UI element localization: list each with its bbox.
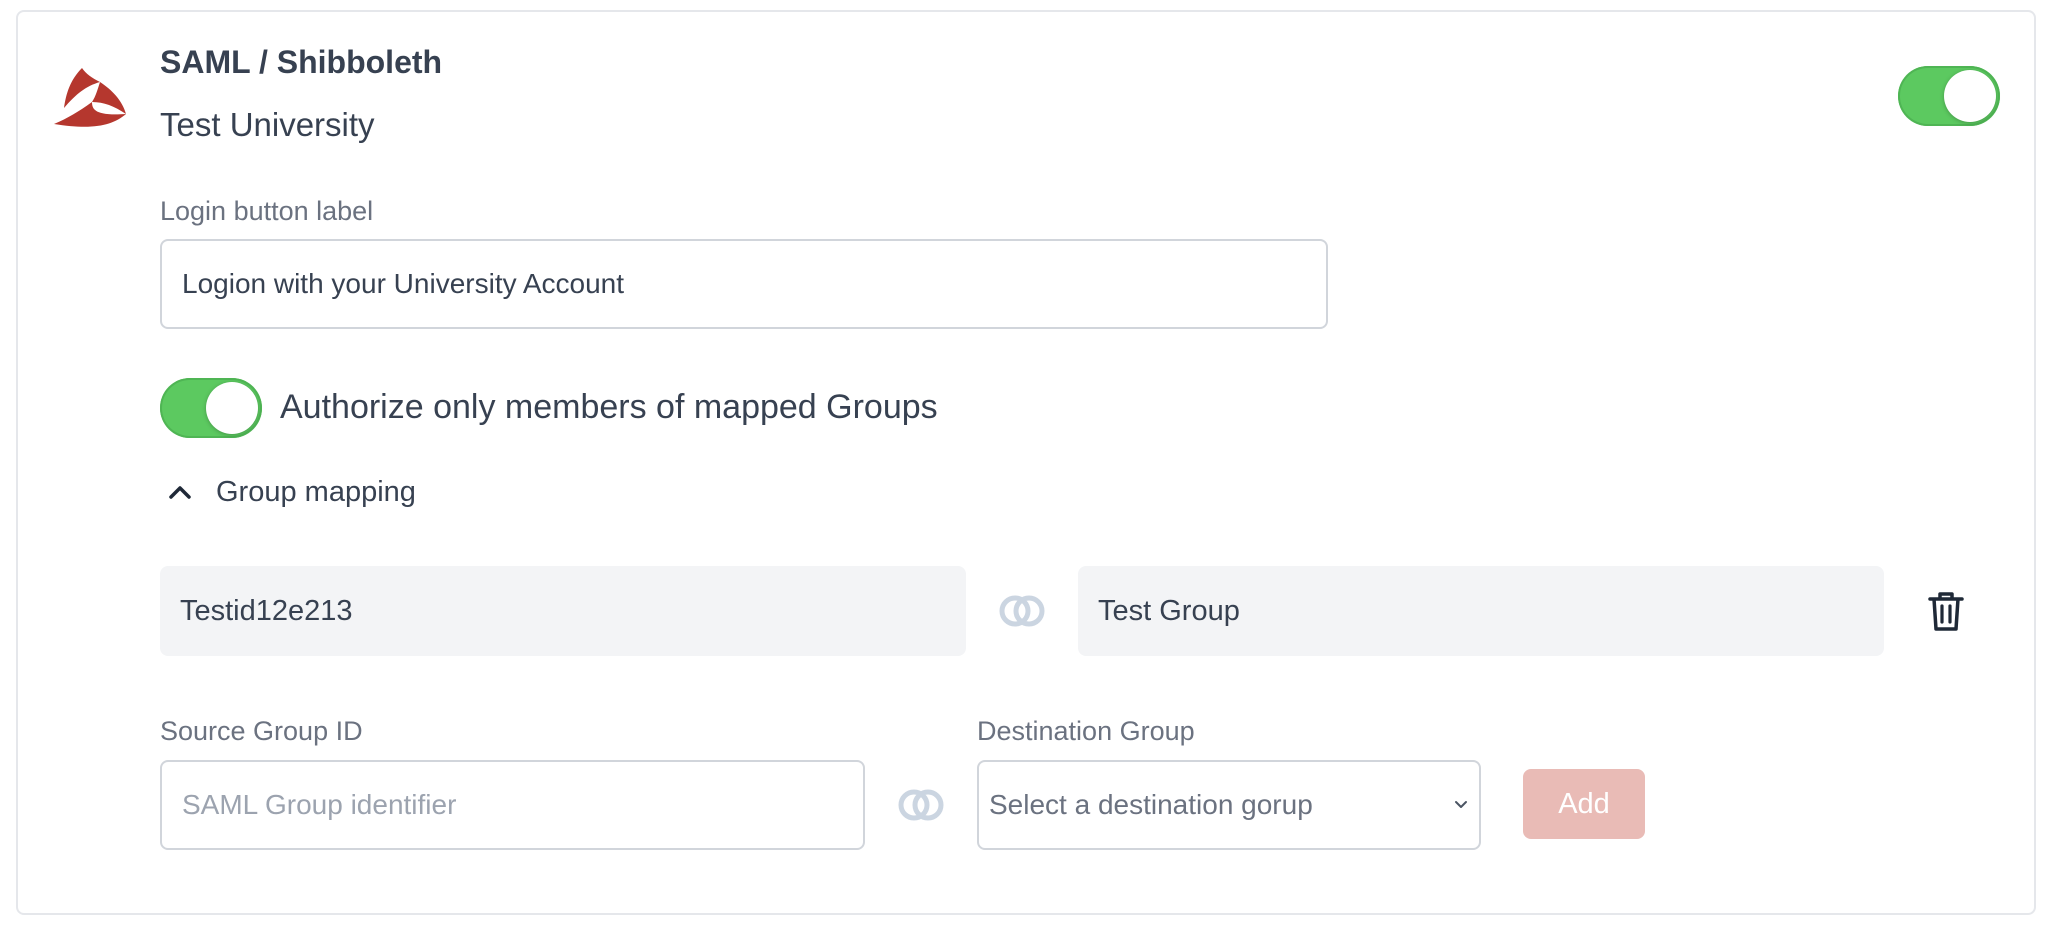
provider-organization: Test University	[160, 106, 375, 143]
link-icon	[898, 789, 944, 821]
group-mapping-collapse-toggle[interactable]: Group mapping	[160, 472, 416, 512]
login-button-label-caption: Login button label	[160, 196, 374, 226]
mapping-destination-value: Test Group	[1078, 566, 1884, 656]
trash-icon[interactable]	[1926, 589, 1966, 633]
authorize-mapped-groups-label: Authorize only members of mapped Groups	[280, 388, 938, 426]
add-mapping-button[interactable]: Add	[1523, 769, 1645, 839]
destination-group-select[interactable]: Select a destination gorup	[977, 760, 1481, 850]
provider-name: SAML / Shibboleth	[160, 44, 443, 80]
link-icon	[999, 595, 1045, 627]
authorize-mapped-groups-toggle[interactable]	[160, 378, 262, 438]
destination-group-label: Destination Group	[977, 716, 1195, 746]
login-button-label-input[interactable]	[160, 239, 1328, 329]
source-group-id-label: Source Group ID	[160, 716, 363, 746]
source-group-id-input[interactable]	[160, 760, 865, 850]
mapping-source-value: Testid12e213	[160, 566, 966, 656]
chevron-up-icon	[169, 486, 191, 499]
shibboleth-logo	[54, 68, 126, 127]
destination-group-select-value: Select a destination gorup	[989, 789, 1313, 820]
toggle-knob	[1944, 70, 1996, 122]
chevron-down-icon	[1455, 801, 1467, 808]
toggle-knob	[206, 382, 258, 434]
group-mapping-title: Group mapping	[216, 475, 416, 508]
provider-enabled-toggle[interactable]	[1898, 66, 2000, 126]
